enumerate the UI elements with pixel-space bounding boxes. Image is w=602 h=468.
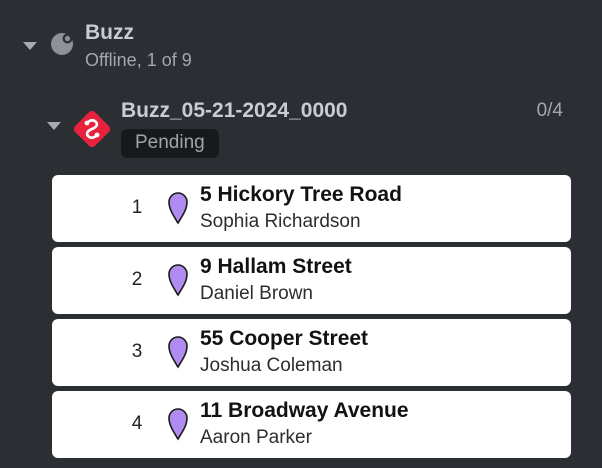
stop-customer-name: Joshua Coleman xyxy=(200,355,343,376)
driver-group-header[interactable]: Buzz Offline, 1 of 9 xyxy=(0,18,602,74)
stop-number: 1 xyxy=(131,197,143,218)
map-pin-icon xyxy=(168,408,188,441)
status-badge: Pending xyxy=(121,129,219,158)
stop-number: 3 xyxy=(131,341,143,362)
route-header[interactable]: Buzz_05-21-2024_0000 0/4 Pending xyxy=(0,96,602,162)
stop-card[interactable]: 3 55 Cooper Street Joshua Coleman xyxy=(52,319,571,386)
stop-number: 4 xyxy=(131,413,143,434)
map-pin-icon xyxy=(168,264,188,297)
stop-address: 11 Broadway Avenue xyxy=(200,399,409,422)
stop-address: 9 Hallam Street xyxy=(200,255,352,278)
stop-customer-name: Sophia Richardson xyxy=(200,211,361,232)
collapse-route-chevron-down-icon[interactable] xyxy=(47,122,61,130)
stop-customer-name: Aaron Parker xyxy=(200,427,312,448)
stop-number: 2 xyxy=(131,269,143,290)
stop-address: 5 Hickory Tree Road xyxy=(200,183,402,206)
stop-customer-name: Daniel Brown xyxy=(200,283,313,304)
stop-card[interactable]: 4 11 Broadway Avenue Aaron Parker xyxy=(52,391,571,458)
stop-card[interactable]: 2 9 Hallam Street Daniel Brown xyxy=(52,247,571,314)
map-pin-icon xyxy=(168,336,188,369)
route-name: Buzz_05-21-2024_0000 xyxy=(121,99,348,122)
map-pin-icon xyxy=(168,192,188,225)
driver-name: Buzz xyxy=(85,21,134,44)
stop-address: 55 Cooper Street xyxy=(200,327,369,350)
dispatch-panel: Buzz Offline, 1 of 9 Buzz_05-21-2024_000… xyxy=(0,0,602,468)
stop-list: 1 5 Hickory Tree Road Sophia Richardson … xyxy=(52,175,571,463)
route-progress-count: 0/4 xyxy=(536,100,563,121)
offline-status-icon xyxy=(51,33,73,55)
driver-status: Offline, 1 of 9 xyxy=(85,50,192,70)
route-icon xyxy=(73,110,111,148)
collapse-driver-chevron-down-icon[interactable] xyxy=(23,42,37,50)
stop-card[interactable]: 1 5 Hickory Tree Road Sophia Richardson xyxy=(52,175,571,242)
